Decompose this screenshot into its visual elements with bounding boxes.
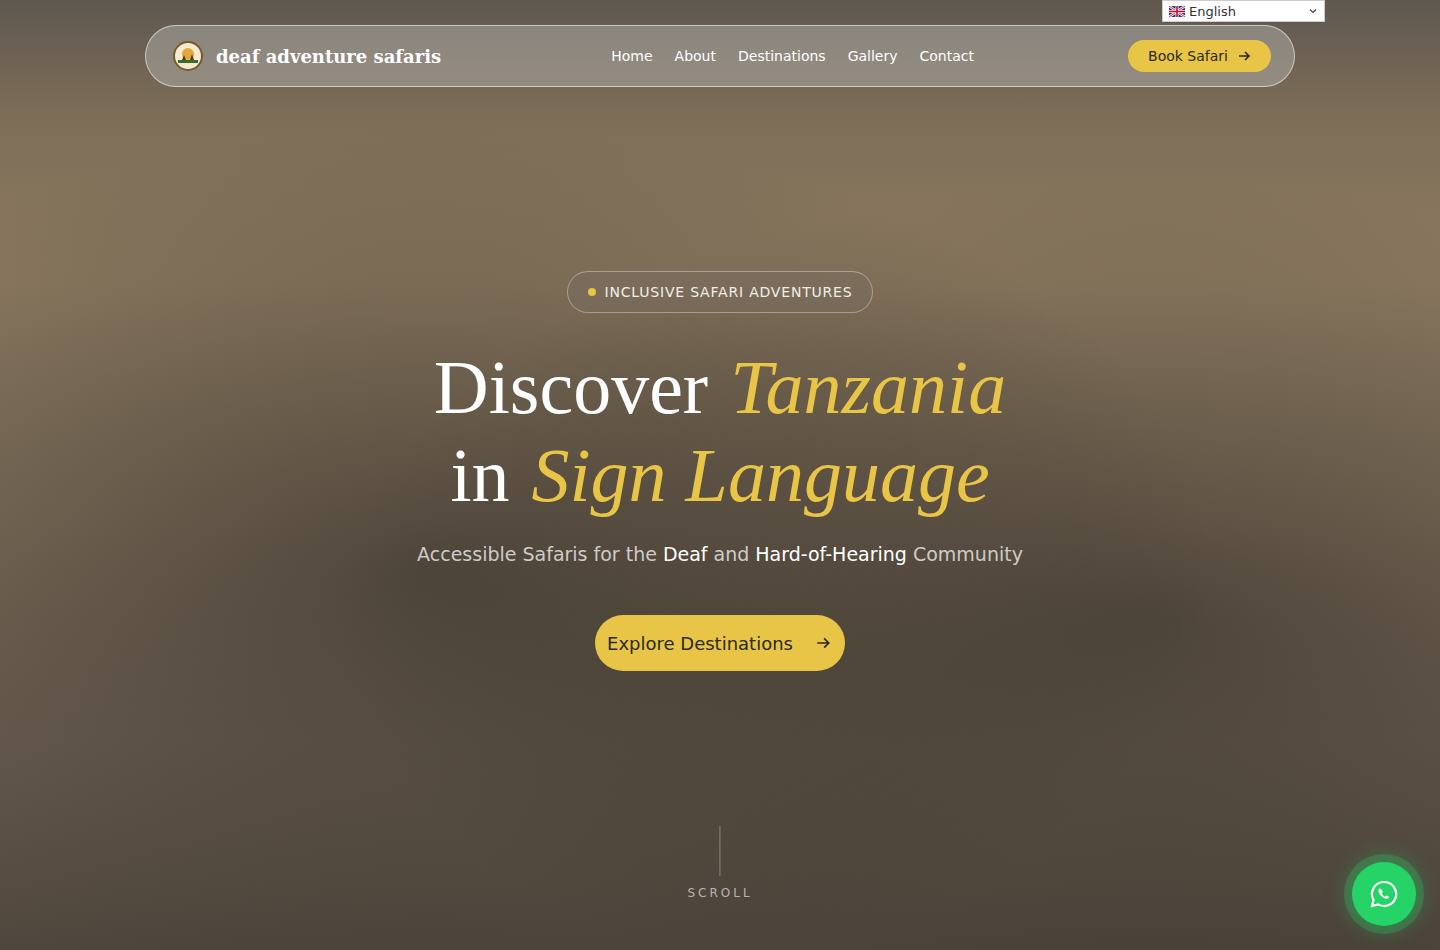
nav-link[interactable]: Destinations — [738, 48, 826, 64]
nav-link[interactable]: About — [675, 48, 716, 64]
hero-content: INCLUSIVE SAFARI ADVENTURES DiscoverTanz… — [417, 271, 1023, 671]
arrow-right-icon — [1237, 49, 1251, 63]
language-label: English — [1189, 4, 1236, 19]
headline-line: in Sign Language — [450, 431, 989, 519]
scroll-label: SCROLL — [687, 886, 752, 900]
headline-segment: Tanzania — [730, 343, 1006, 431]
nav-link[interactable]: Gallery — [848, 48, 898, 64]
navbar: deaf adventure safaris Home About Destinat… — [145, 25, 1295, 87]
book-safari-button[interactable]: Book Safari — [1128, 40, 1271, 72]
headline-segment: in — [450, 431, 509, 519]
subtitle-segment: Accessible Safaris for the — [417, 543, 657, 565]
badge-dot — [588, 288, 596, 296]
hero-badge: INCLUSIVE SAFARI ADVENTURES — [567, 271, 874, 313]
subtitle-segment: Hard-of-Hearing — [755, 543, 907, 565]
headline-segment: Discover — [434, 343, 708, 431]
logo[interactable]: deaf adventure safaris — [173, 41, 441, 71]
headline-segment: Sign Language — [532, 431, 990, 519]
nav-link[interactable]: Contact — [920, 48, 974, 64]
scroll-indicator[interactable]: SCROLL — [687, 826, 752, 900]
safari-logo-icon — [173, 41, 203, 71]
subtitle-segment: Community — [913, 543, 1023, 565]
whatsapp-button[interactable] — [1352, 862, 1416, 926]
nav-links: Home About Destinations Gallery Contact — [611, 48, 974, 64]
chevron-down-icon — [1308, 6, 1318, 16]
whatsapp-icon — [1369, 879, 1399, 909]
subtitle-segment: Deaf — [663, 543, 708, 565]
hero-headline: DiscoverTanzaniainSign Language — [434, 343, 1006, 519]
headline-line: DiscoverTanzania — [434, 343, 1006, 431]
hero-subtitle: Accessible Safaris for the DeafandHard-of… — [417, 543, 1023, 565]
language-selector[interactable]: English — [1162, 0, 1325, 22]
arrow-right-icon — [815, 635, 831, 651]
hero-section: English deaf adventure safaris Home About… — [0, 0, 1440, 950]
explore-destinations-button[interactable]: Explore Destinations — [595, 615, 845, 671]
uk-flag-icon — [1169, 6, 1185, 17]
subtitle-segment: and — [714, 543, 750, 565]
logo-text: deaf adventure safaris — [216, 46, 441, 67]
nav-link[interactable]: Home — [611, 48, 652, 64]
scroll-line — [720, 826, 721, 876]
